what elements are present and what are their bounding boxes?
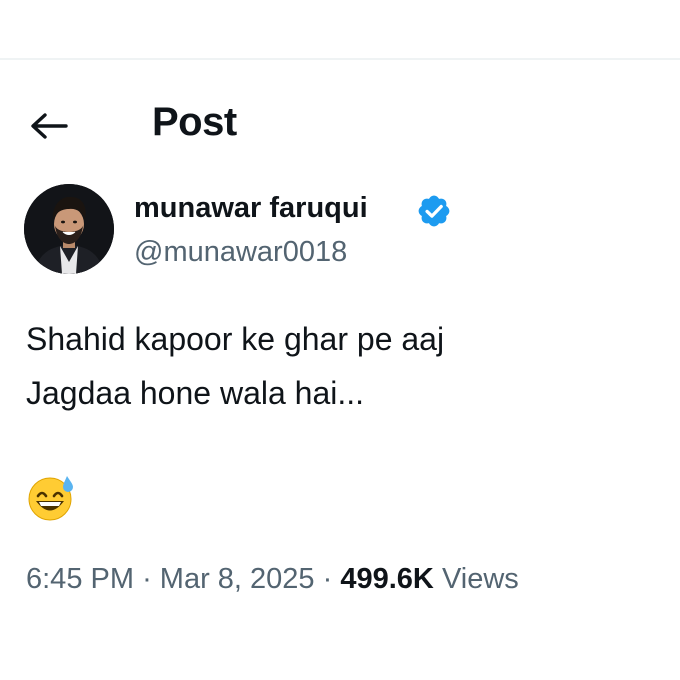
page-title: Post	[152, 100, 237, 144]
views-label: Views	[441, 563, 519, 595]
arrow-left-icon	[31, 113, 68, 139]
back-button[interactable]	[22, 104, 74, 148]
top-bar	[0, 0, 680, 60]
meta-separator: ·	[142, 563, 152, 595]
avatar-image	[24, 184, 114, 274]
post-text: Shahid kapoor ke ghar pe aaj Jagdaa hone…	[26, 312, 646, 420]
author-display-name[interactable]: munawar faruqui	[134, 190, 368, 226]
post-time[interactable]: 6:45 PM	[26, 563, 134, 595]
views-count[interactable]: 499.6K	[340, 563, 434, 595]
post-text-line: Shahid kapoor ke ghar pe aaj	[26, 321, 445, 357]
meta-separator: ·	[322, 563, 333, 595]
post-meta: 6:45 PM · Mar 8, 2025 · 499.6K Views	[26, 560, 519, 598]
post-date[interactable]: Mar 8, 2025	[160, 563, 315, 595]
verified-badge-icon	[416, 193, 452, 229]
author-handle[interactable]: @munawar0018	[134, 234, 347, 270]
grinning-face-with-sweat-icon	[26, 472, 76, 522]
post-text-line: Jagdaa hone wala hai...	[26, 375, 365, 411]
avatar[interactable]	[24, 184, 114, 274]
post-header: Post	[0, 60, 680, 180]
